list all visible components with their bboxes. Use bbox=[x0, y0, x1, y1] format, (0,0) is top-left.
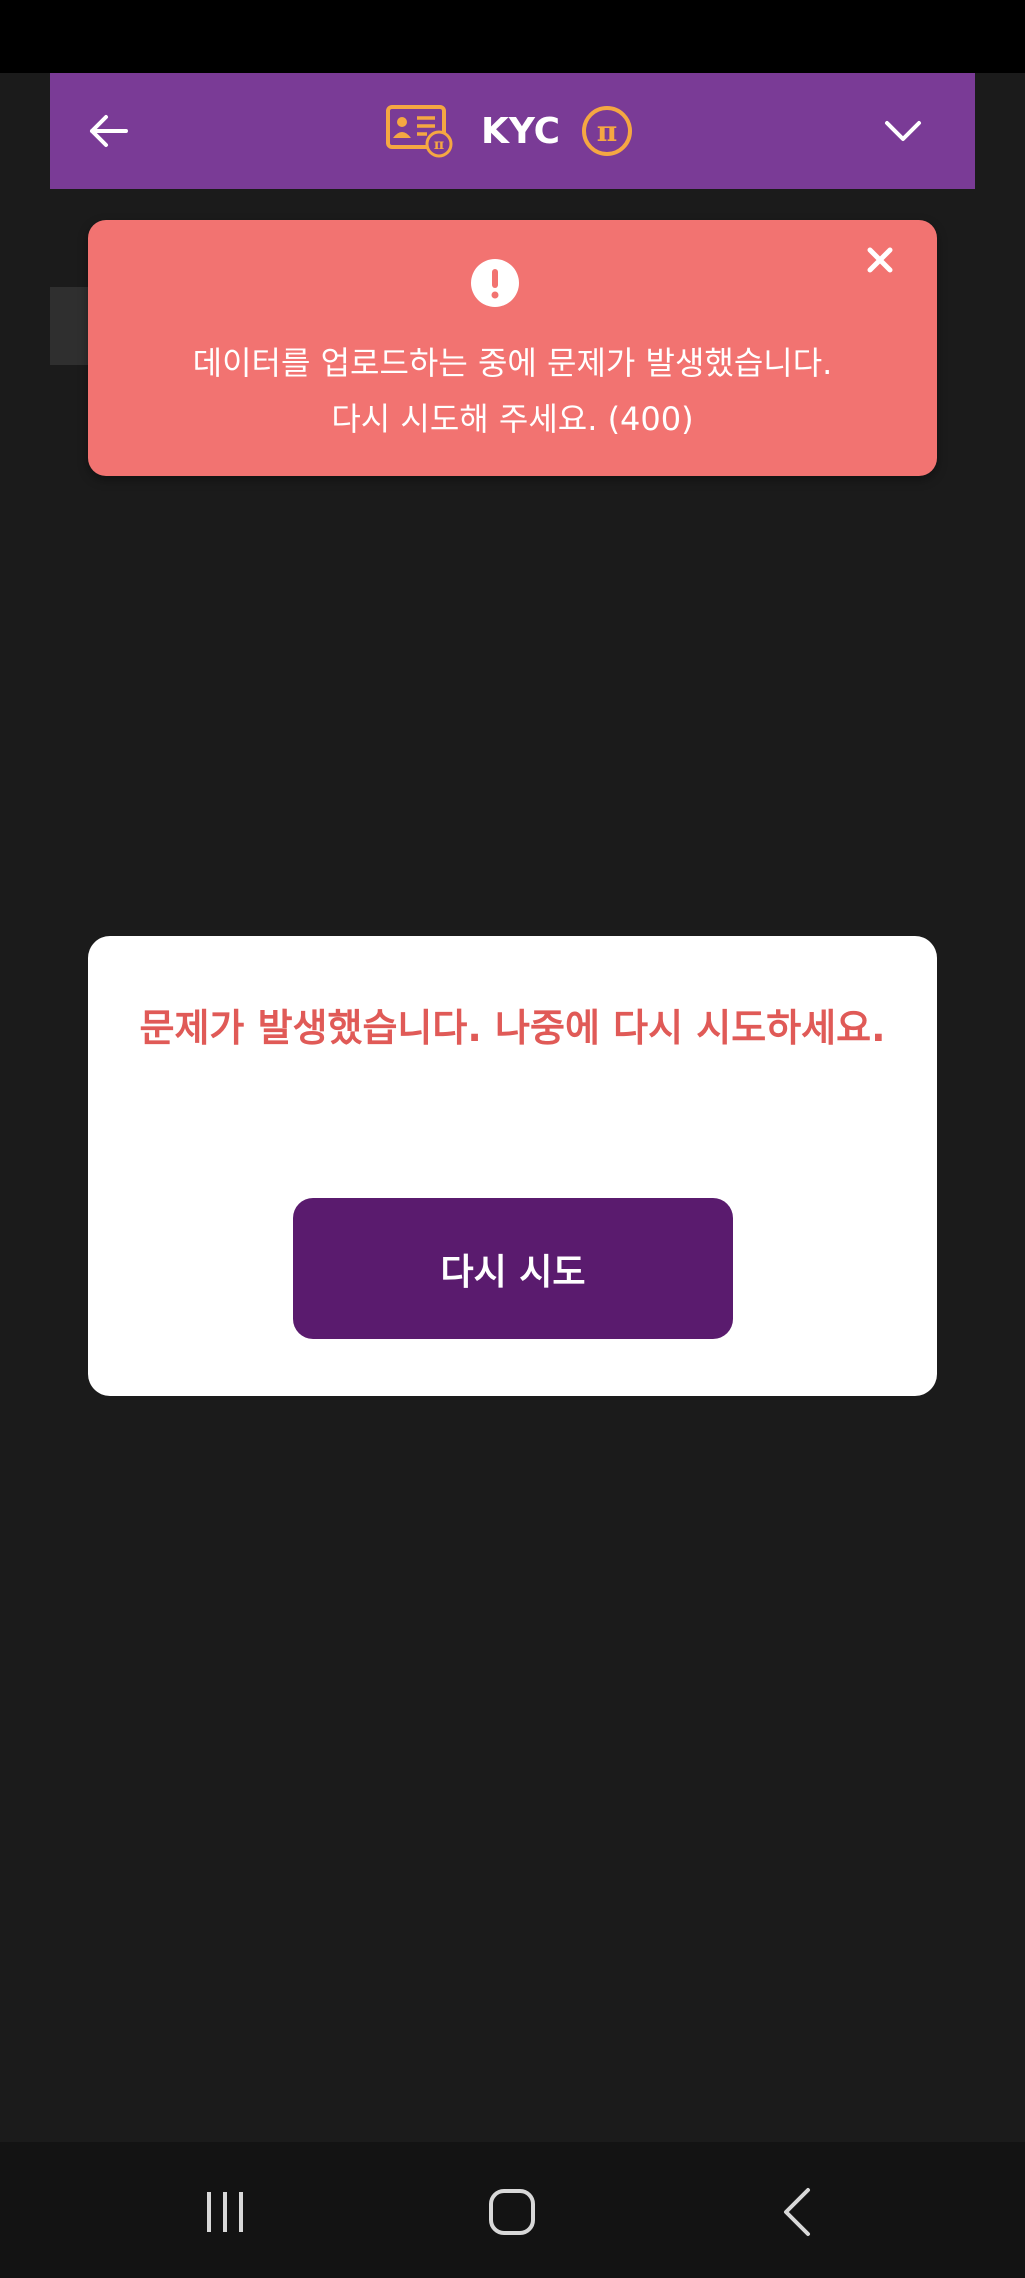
toast-close-button[interactable] bbox=[860, 240, 900, 280]
id-card-icon: π bbox=[386, 105, 453, 158]
toast-message-line-2: 다시 시도해 주세요. (400) bbox=[331, 400, 694, 438]
chevron-down-icon bbox=[885, 121, 921, 141]
page-title: KYC bbox=[481, 110, 561, 152]
exclamation-icon bbox=[471, 259, 519, 307]
back-button[interactable] bbox=[80, 103, 140, 159]
arrow-left-icon bbox=[90, 115, 128, 147]
dropdown-button[interactable] bbox=[879, 107, 927, 155]
toast-message: 데이터를 업로드하는 중에 문제가 발생했습니다. 다시 시도해 주세요. (4… bbox=[88, 335, 937, 447]
status-bar bbox=[0, 0, 1025, 73]
home-button[interactable] bbox=[482, 2182, 542, 2242]
svg-text:π: π bbox=[597, 115, 618, 148]
pi-coin-icon: π bbox=[582, 106, 633, 156]
dialog-message: 문제가 발생했습니다. 나중에 다시 시도하세요. bbox=[139, 1006, 886, 1050]
app-header: π KYC π bbox=[50, 73, 975, 189]
toast-message-line-1: 데이터를 업로드하는 중에 문제가 발생했습니다. bbox=[192, 344, 833, 382]
close-icon bbox=[867, 247, 893, 273]
header-title-group: π KYC π bbox=[385, 97, 634, 165]
system-nav-bar bbox=[0, 2142, 1025, 2278]
svg-text:π: π bbox=[434, 137, 444, 153]
back-chevron-icon bbox=[784, 2188, 810, 2236]
recent-apps-button[interactable] bbox=[195, 2182, 255, 2242]
system-back-button[interactable] bbox=[770, 2182, 830, 2242]
error-toast: 데이터를 업로드하는 중에 문제가 발생했습니다. 다시 시도해 주세요. (4… bbox=[88, 220, 937, 476]
error-dialog: 문제가 발생했습니다. 나중에 다시 시도하세요. 다시 시도 bbox=[88, 936, 937, 1396]
retry-button[interactable]: 다시 시도 bbox=[293, 1198, 733, 1339]
recent-apps-icon bbox=[207, 2192, 243, 2232]
home-icon bbox=[489, 2189, 535, 2235]
